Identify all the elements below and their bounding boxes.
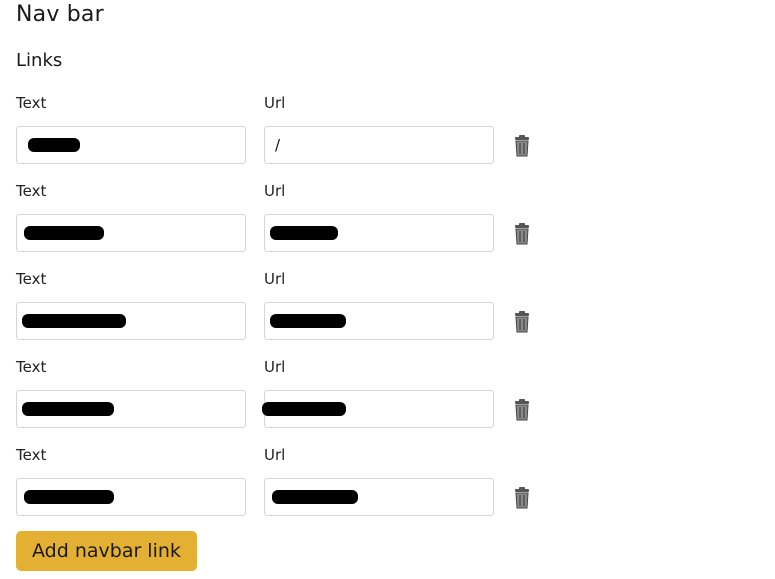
text-label: Text (16, 270, 47, 288)
url-label: Url (264, 446, 286, 464)
url-label: Url (264, 182, 286, 200)
trash-icon[interactable] (512, 398, 532, 422)
redacted-text (22, 314, 126, 328)
text-label: Text (16, 446, 47, 464)
text-label: Text (16, 182, 47, 200)
url-label: Url (264, 94, 286, 112)
link-row: Text Url (16, 182, 556, 262)
link-row: Text Url (16, 94, 556, 174)
redacted-text (270, 314, 346, 328)
page-title: Nav bar (16, 2, 104, 27)
redacted-text (262, 402, 346, 416)
text-label: Text (16, 94, 47, 112)
link-row: Text Url (16, 358, 556, 438)
link-row: Text Url (16, 270, 556, 350)
redacted-text (270, 226, 338, 240)
trash-icon[interactable] (512, 310, 532, 334)
trash-icon[interactable] (512, 486, 532, 510)
redacted-text (272, 490, 358, 504)
redacted-text (28, 138, 80, 152)
link-url-input[interactable] (264, 126, 494, 164)
section-title: Links (16, 50, 63, 71)
url-label: Url (264, 358, 286, 376)
add-navbar-link-button[interactable]: Add navbar link (16, 531, 197, 571)
redacted-text (24, 226, 104, 240)
trash-icon[interactable] (512, 222, 532, 246)
text-label: Text (16, 358, 47, 376)
redacted-text (24, 490, 114, 504)
url-label: Url (264, 270, 286, 288)
link-row: Text Url (16, 446, 556, 526)
trash-icon[interactable] (512, 134, 532, 158)
redacted-text (22, 402, 114, 416)
